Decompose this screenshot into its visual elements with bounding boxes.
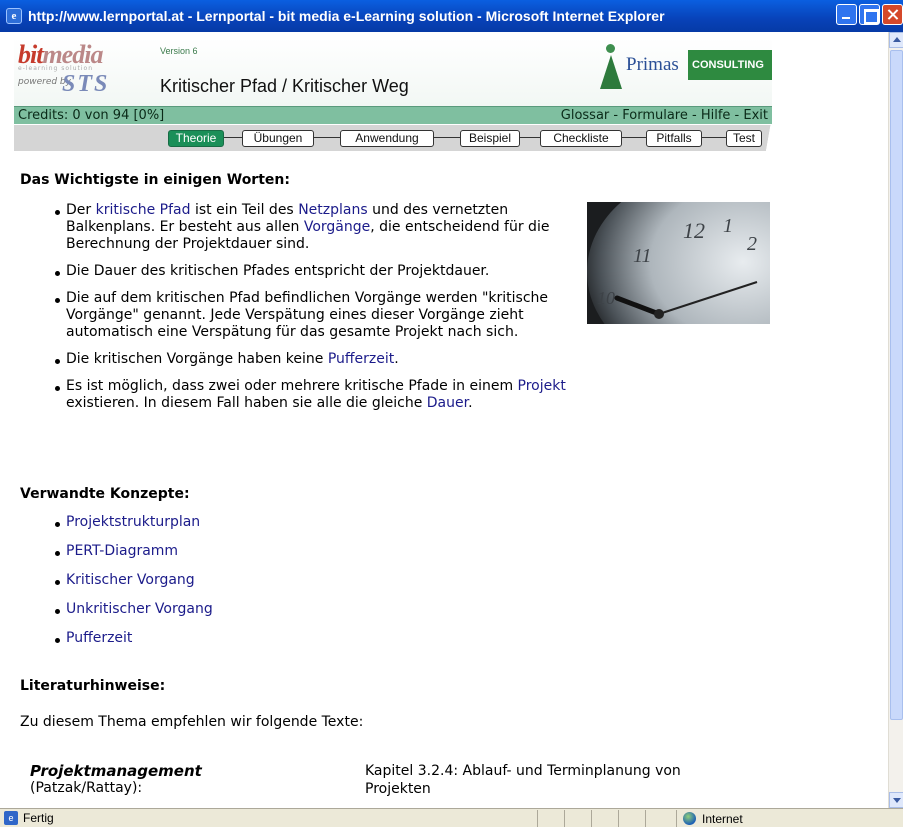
top-links: Glossar - Formulare - Hilfe - Exit (560, 108, 768, 123)
page-done-icon: e (4, 811, 18, 825)
status-pane (618, 810, 645, 827)
clock-image: 12 1 2 11 10 (587, 202, 770, 324)
status-panes (537, 810, 672, 827)
tab-uebungen[interactable]: Übungen (242, 130, 314, 147)
scroll-up-arrow-icon[interactable] (889, 32, 903, 48)
tab-bar: Theorie Übungen Anwendung Beispiel Check… (14, 125, 774, 151)
main-bullet-list: Der kritische Pfad ist ein Teil des Netz… (38, 202, 598, 422)
status-text: Fertig (23, 811, 54, 825)
link-vorgaenge[interactable]: Vorgänge (304, 219, 370, 235)
literature-heading: Literaturhinweise: (20, 678, 166, 694)
book-title: Projektmanagement (30, 762, 202, 780)
link-netzplan[interactable]: Netzplans (298, 202, 367, 218)
status-pane (591, 810, 618, 827)
security-zone[interactable]: Internet (676, 810, 743, 827)
close-button[interactable] (882, 4, 903, 25)
main-heading: Das Wichtigste in einigen Worten: (20, 172, 290, 188)
book-chapter: Kapitel 3.2.4: Ablauf- und Terminplanung… (365, 763, 681, 797)
status-pane (537, 810, 564, 827)
link-unkritischer-vorgang[interactable]: Unkritischer Vorgang (66, 601, 213, 617)
tab-pitfalls[interactable]: Pitfalls (646, 130, 702, 147)
list-item: Kritischer Vorgang (38, 572, 720, 589)
list-item: Die auf dem kritischen Pfad befindlichen… (38, 290, 598, 341)
tab-anwendung[interactable]: Anwendung (340, 130, 434, 147)
credits-bar: Credits: 0 von 94 [0%] Glossar - Formula… (14, 106, 772, 124)
link-pufferzeit[interactable]: Pufferzeit (328, 351, 394, 367)
list-item: Der kritische Pfad ist ein Teil des Netz… (38, 202, 598, 253)
version-label: Version 6 (160, 46, 198, 56)
primas-figure-icon (600, 44, 622, 90)
list-item: Die Dauer des kritischen Pfades entspric… (38, 263, 598, 280)
exit-link[interactable]: Exit (743, 108, 768, 123)
link-dauer[interactable]: Dauer (427, 395, 468, 411)
sts-logo: STS (62, 71, 110, 97)
link-projektstrukturplan[interactable]: Projektstrukturplan (66, 514, 200, 530)
svg-text:10: 10 (597, 288, 615, 308)
status-pane (564, 810, 591, 827)
status-bar: e Fertig Internet (0, 808, 903, 827)
list-item: Es ist möglich, dass zwei oder mehrere k… (38, 378, 598, 412)
window-controls (836, 4, 903, 25)
scrollbar-thumb[interactable] (890, 50, 903, 720)
internet-explorer-icon: e (6, 8, 22, 24)
zone-label: Internet (702, 811, 743, 826)
svg-text:1: 1 (723, 215, 733, 237)
minimize-button[interactable] (836, 4, 857, 25)
link-kritischer-vorgang[interactable]: Kritischer Vorgang (66, 572, 195, 588)
hilfe-link[interactable]: Hilfe (701, 108, 731, 123)
tab-bar-end (762, 125, 774, 151)
credits-text: Credits: 0 von 94 [0%] (18, 108, 165, 123)
window-title-bar[interactable]: e http://www.lernportal.at - Lernportal … (0, 0, 903, 32)
window-title: http://www.lernportal.at - Lernportal - … (28, 8, 665, 24)
scroll-down-arrow-icon[interactable] (889, 792, 903, 808)
tab-theorie[interactable]: Theorie (168, 130, 224, 147)
vertical-scrollbar[interactable] (888, 32, 903, 808)
link-projekt[interactable]: Projekt (518, 378, 566, 394)
related-section: Verwandte Konzepte: Projektstrukturplan … (20, 486, 720, 659)
svg-text:2: 2 (747, 233, 757, 255)
maximize-button[interactable] (859, 4, 880, 25)
link-pert-diagramm[interactable]: PERT-Diagramm (66, 543, 178, 559)
primas-consulting-logo: Primas CONSULTING (592, 38, 772, 106)
list-item: Projektstrukturplan (38, 514, 720, 531)
list-item: Pufferzeit (38, 630, 720, 647)
page-viewport: bitmedia e-learning solution powered by … (0, 32, 888, 808)
status-pane (645, 810, 672, 827)
tab-test[interactable]: Test (726, 130, 762, 147)
glossar-link[interactable]: Glossar (561, 108, 610, 123)
literature-section: Literaturhinweise: Zu diesem Thema empfe… (20, 678, 780, 797)
formulare-link[interactable]: Formulare (622, 108, 688, 123)
globe-icon (683, 812, 696, 825)
related-heading: Verwandte Konzepte: (20, 486, 190, 502)
tab-beispiel[interactable]: Beispiel (460, 130, 520, 147)
page-header: bitmedia e-learning solution powered by … (14, 38, 772, 106)
link-kritischer-pfad[interactable]: kritische Pfad (96, 202, 191, 218)
list-item: PERT-Diagramm (38, 543, 720, 560)
link-pufferzeit-related[interactable]: Pufferzeit (66, 630, 132, 646)
literature-intro: Zu diesem Thema empfehlen wir folgende T… (20, 714, 364, 730)
page-title: Kritischer Pfad / Kritischer Weg (160, 76, 409, 96)
list-item: Unkritischer Vorgang (38, 601, 720, 618)
related-list: Projektstrukturplan PERT-Diagramm Kritis… (38, 514, 720, 647)
tab-checkliste[interactable]: Checkliste (540, 130, 622, 147)
book-authors: (Patzak/Rattay): (30, 780, 143, 796)
svg-text:12: 12 (683, 218, 705, 243)
svg-text:11: 11 (633, 245, 652, 267)
list-item: Die kritischen Vorgänge haben keine Puff… (38, 351, 598, 368)
